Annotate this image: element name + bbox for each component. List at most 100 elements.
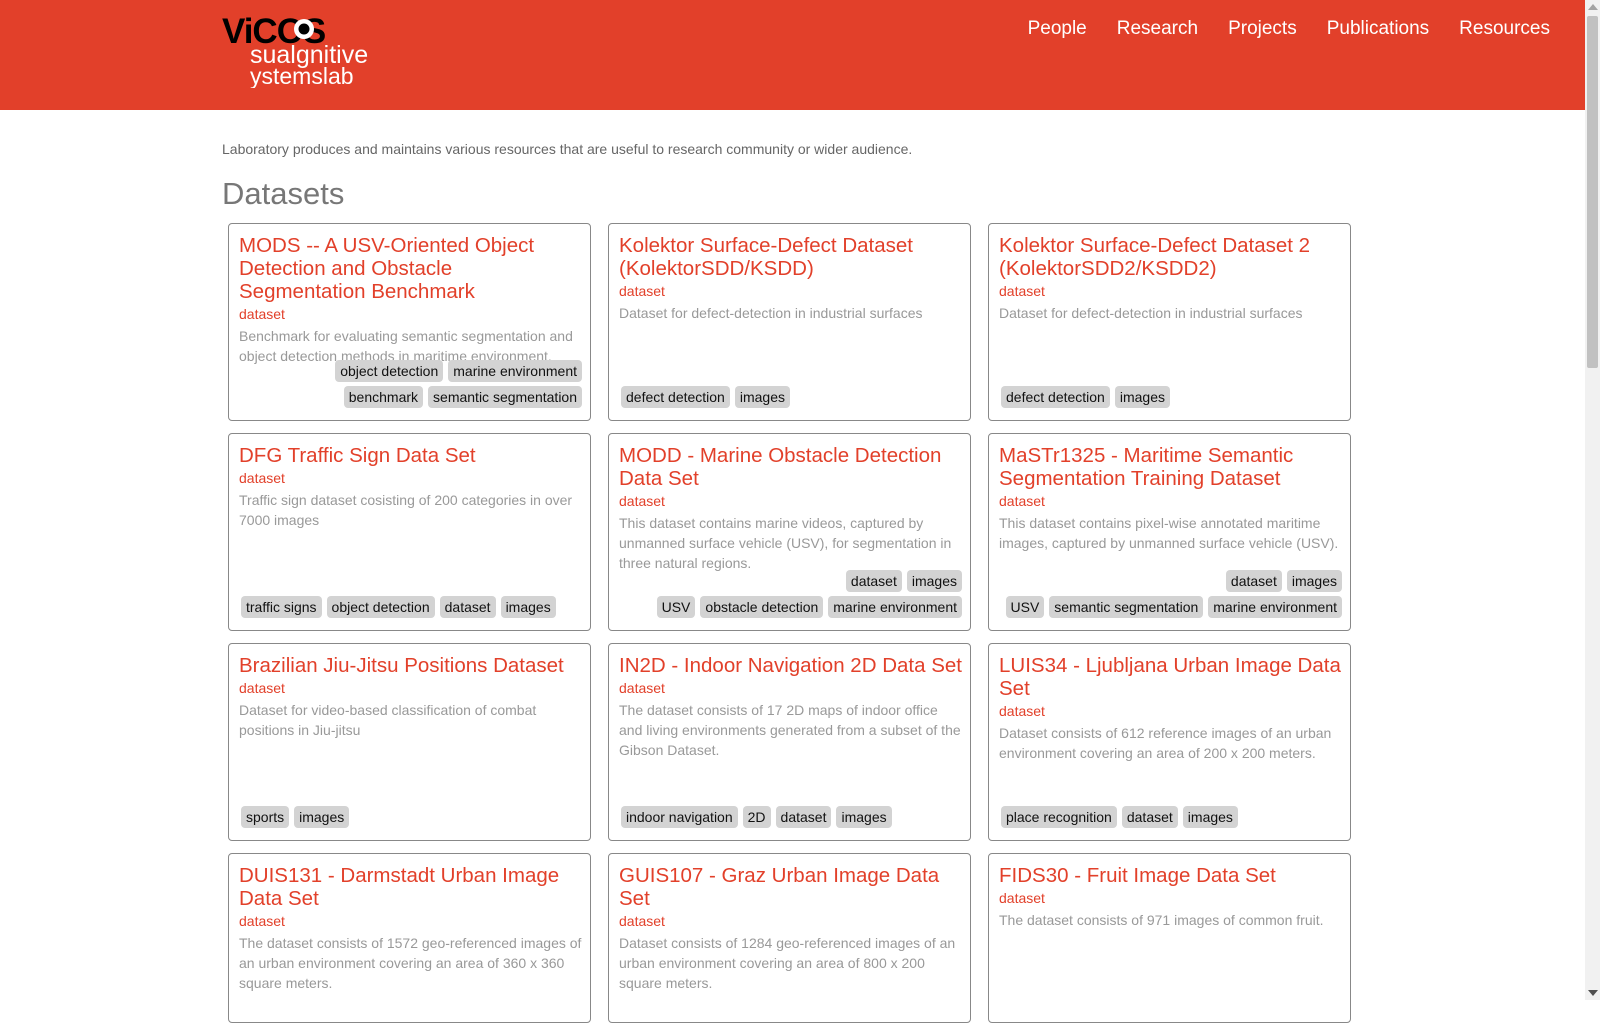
dataset-tag[interactable]: dataset [1121, 806, 1178, 828]
dataset-tag[interactable]: images [734, 386, 790, 408]
dataset-title-link[interactable]: IN2D - Indoor Navigation 2D Data Set [619, 654, 964, 677]
dataset-title-link[interactable]: MaSTr1325 - Maritime Semantic Segmentati… [999, 444, 1344, 490]
dataset-tag[interactable]: semantic segmentation [1049, 596, 1204, 618]
site-header: ViCOS sualgnitive ystemslab People Resea… [0, 0, 1585, 110]
dataset-card-content: Kolektor Surface-Defect Dataset 2 (Kolek… [999, 234, 1344, 323]
dataset-description: This dataset contains marine videos, cap… [619, 515, 952, 571]
dataset-title-link[interactable]: FIDS30 - Fruit Image Data Set [999, 864, 1344, 887]
dataset-card: MODD - Marine Obstacle Detection Data Se… [608, 433, 971, 631]
dataset-tag[interactable]: dataset [845, 570, 902, 592]
dataset-description: The dataset consists of 1572 geo-referen… [239, 935, 582, 991]
dataset-tag[interactable]: indoor navigation [621, 806, 738, 828]
dataset-tag[interactable]: defect detection [621, 386, 730, 408]
dataset-type-label: dataset [999, 283, 1045, 299]
dataset-tag-list: place recognition dataset images [999, 804, 1345, 830]
intro-text: Laboratory produces and maintains variou… [222, 141, 913, 157]
dataset-description: Dataset consists of 1284 geo-referenced … [619, 935, 956, 991]
dataset-type-label: dataset [239, 306, 285, 322]
scrollbar-thumb[interactable] [1587, 16, 1598, 368]
dataset-card: Brazilian Jiu-Jitsu Positions Dataset dat… [228, 643, 591, 841]
dataset-tag-list: defect detection images [619, 384, 965, 410]
dataset-type-label: dataset [999, 890, 1045, 906]
dataset-tag[interactable]: images [500, 596, 556, 618]
dataset-card-content: DUIS131 - Darmstadt Urban Image Data Set… [239, 864, 584, 993]
dataset-description: Traffic sign dataset cosisting of 200 ca… [239, 492, 573, 528]
dataset-card: LUIS34 - Ljubljana Urban Image Data Set d… [988, 643, 1351, 841]
dataset-tag[interactable]: marine environment [828, 596, 962, 618]
dataset-tag[interactable]: images [836, 806, 892, 828]
dataset-type-label: dataset [239, 470, 285, 486]
dataset-title-link[interactable]: GUIS107 - Graz Urban Image Data Set [619, 864, 964, 910]
dataset-title-link[interactable]: DUIS131 - Darmstadt Urban Image Data Set [239, 864, 584, 910]
dataset-tag[interactable]: dataset [1225, 570, 1282, 592]
dataset-tag[interactable]: USV [656, 596, 696, 618]
dataset-title-link[interactable]: MODS -- A USV-Oriented Object Detection … [239, 234, 584, 303]
dataset-tag-list: benchmark semantic segmentation object det… [239, 358, 585, 410]
dataset-tag-list: indoor navigation 2D dataset images [619, 804, 965, 830]
dataset-card: Kolektor Surface-Defect Dataset 2 (Kolek… [988, 223, 1351, 421]
dataset-type-label: dataset [619, 283, 665, 299]
dataset-card: IN2D - Indoor Navigation 2D Data Set data… [608, 643, 971, 841]
dataset-type-label: dataset [619, 493, 665, 509]
page-scrollbar[interactable] [1585, 0, 1600, 1000]
scroll-up-arrow-icon[interactable] [1588, 4, 1598, 10]
dataset-description: Dataset for video-based classification o… [239, 702, 537, 738]
dataset-tag[interactable]: marine environment [448, 360, 582, 382]
nav-resources[interactable]: Resources [1459, 18, 1550, 40]
dataset-description: Dataset consists of 612 reference images… [999, 725, 1332, 761]
dataset-tag[interactable]: place recognition [1001, 806, 1117, 828]
dataset-tag[interactable]: object detection [335, 360, 444, 382]
dataset-card: DUIS131 - Darmstadt Urban Image Data Set… [228, 853, 591, 1023]
logo-text: ystemslab [250, 63, 354, 88]
dataset-tag[interactable]: 2D [742, 806, 771, 828]
dataset-tag[interactable]: images [1114, 386, 1170, 408]
dataset-card: Kolektor Surface-Defect Dataset (Kolekto… [608, 223, 971, 421]
nav-people[interactable]: People [1028, 18, 1087, 40]
dataset-title-link[interactable]: MODD - Marine Obstacle Detection Data Se… [619, 444, 964, 490]
dataset-tag[interactable]: traffic signs [241, 596, 322, 618]
dataset-tag[interactable]: defect detection [1001, 386, 1110, 408]
dataset-card: FIDS30 - Fruit Image Data Set dataset The … [988, 853, 1351, 1023]
dataset-card-content: DFG Traffic Sign Data Set dataset Traffic … [239, 444, 584, 530]
dataset-card-content: LUIS34 - Ljubljana Urban Image Data Set d… [999, 654, 1344, 763]
dataset-title-link[interactable]: DFG Traffic Sign Data Set [239, 444, 584, 467]
dataset-tag-list: traffic signs object detection dataset imag… [239, 594, 585, 620]
dataset-tag[interactable]: obstacle detection [700, 596, 824, 618]
dataset-tag[interactable]: dataset [439, 596, 496, 618]
vicos-logo[interactable]: ViCOS sualgnitive ystemslab [222, 12, 382, 89]
dataset-title-link[interactable]: Brazilian Jiu-Jitsu Positions Dataset [239, 654, 584, 677]
nav-publications[interactable]: Publications [1327, 18, 1429, 40]
dataset-card-content: IN2D - Indoor Navigation 2D Data Set data… [619, 654, 964, 760]
dataset-tag-list: USV obstacle detection marine environment d… [619, 568, 965, 620]
dataset-type-label: dataset [619, 913, 665, 929]
section-title-datasets: Datasets [222, 176, 345, 211]
dataset-tag[interactable]: images [906, 570, 962, 592]
scroll-down-arrow-icon[interactable] [1588, 990, 1598, 996]
dataset-title-link[interactable]: Kolektor Surface-Defect Dataset (Kolekto… [619, 234, 964, 280]
dataset-title-link[interactable]: Kolektor Surface-Defect Dataset 2 (Kolek… [999, 234, 1344, 280]
dataset-tag[interactable]: images [1182, 806, 1238, 828]
dataset-card-content: MODS -- A USV-Oriented Object Detection … [239, 234, 584, 366]
dataset-card: MaSTr1325 - Maritime Semantic Segmentati… [988, 433, 1351, 631]
dataset-card-content: GUIS107 - Graz Urban Image Data Set datas… [619, 864, 964, 993]
nav-projects[interactable]: Projects [1228, 18, 1297, 40]
dataset-tag[interactable]: images [1286, 570, 1342, 592]
dataset-tag[interactable]: semantic segmentation [428, 386, 582, 408]
dataset-tag[interactable]: marine environment [1208, 596, 1342, 618]
dataset-description: The dataset consists of 971 images of co… [999, 912, 1324, 928]
nav-research[interactable]: Research [1117, 18, 1198, 40]
dataset-title-link[interactable]: LUIS34 - Ljubljana Urban Image Data Set [999, 654, 1344, 700]
dataset-card: MODS -- A USV-Oriented Object Detection … [228, 223, 591, 421]
dataset-card-content: Kolektor Surface-Defect Dataset (Kolekto… [619, 234, 964, 323]
dataset-card: DFG Traffic Sign Data Set dataset Traffic … [228, 433, 591, 631]
dataset-description: The dataset consists of 17 2D maps of in… [619, 702, 961, 758]
dataset-tag[interactable]: benchmark [343, 386, 424, 408]
dataset-tag[interactable]: USV [1005, 596, 1045, 618]
dataset-card: GUIS107 - Graz Urban Image Data Set datas… [608, 853, 971, 1023]
dataset-tag[interactable]: dataset [775, 806, 832, 828]
dataset-tag[interactable]: images [294, 806, 350, 828]
dataset-tag[interactable]: sports [241, 806, 290, 828]
dataset-card-content: FIDS30 - Fruit Image Data Set dataset The … [999, 864, 1344, 930]
main-nav: People Research Projects Publications Re… [998, 18, 1550, 40]
dataset-tag[interactable]: object detection [326, 596, 435, 618]
